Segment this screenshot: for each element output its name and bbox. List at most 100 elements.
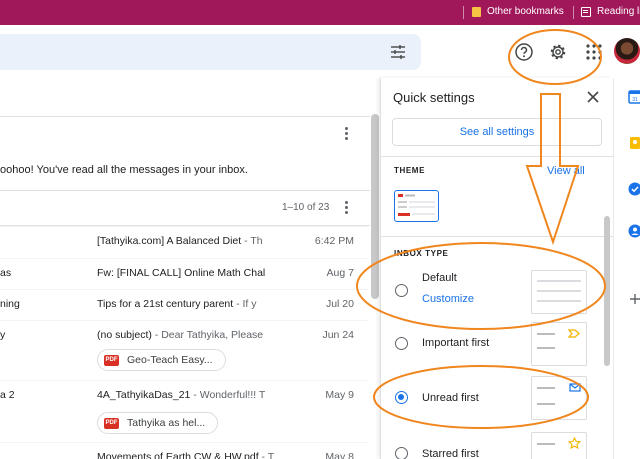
side-panel-rail: 31 (613, 78, 640, 459)
preview-line (537, 443, 555, 445)
section-divider (381, 236, 613, 237)
mail-date: Aug 7 (326, 267, 354, 279)
unread-first-preview (531, 376, 587, 420)
other-bookmarks-label: Other bookmarks (487, 6, 564, 17)
pdf-icon: PDF (104, 417, 119, 429)
mail-date: May 9 (325, 389, 354, 401)
radio-default[interactable] (395, 284, 408, 297)
bookmark-separator (463, 6, 464, 19)
important-marker-icon (568, 329, 580, 338)
radio-important-first[interactable] (395, 337, 408, 350)
radio-starred-first[interactable] (395, 447, 408, 459)
mail-date: May 8 (325, 451, 354, 459)
mail-subject-text: Movements of Earth CW & HW.pdf (97, 451, 259, 459)
keep-icon[interactable] (628, 136, 640, 150)
list-divider (0, 116, 370, 117)
theme-thumbnail[interactable] (394, 190, 439, 222)
gmail-window: Other bookmarks Reading lis o (0, 0, 640, 459)
search-options-icon[interactable] (390, 44, 406, 60)
mail-row[interactable]: y (no subject) - Dear Tathyika, Please J… (0, 320, 368, 380)
other-bookmarks[interactable]: Other bookmarks (472, 6, 564, 17)
inbox-type-label: INBOX TYPE (394, 249, 449, 258)
preview-line (537, 280, 581, 282)
mail-row[interactable]: a 2 4A_TathyikaDas_21 - Wonderful!!! T M… (0, 380, 368, 442)
more-options-icon[interactable] (344, 127, 348, 141)
mail-row[interactable]: as Fw: [FINAL CALL] Online Math Chal Aug… (0, 258, 368, 289)
star-icon (568, 437, 581, 450)
quick-settings-panel: Quick settings See all settings THEME Vi… (380, 78, 613, 459)
attachment-chip[interactable]: PDF Tathyika as hel... (97, 412, 219, 434)
mail-sender: ning (0, 298, 20, 310)
search-bar[interactable] (0, 34, 421, 70)
mail-date: Jun 24 (322, 329, 354, 341)
folder-icon (472, 6, 481, 17)
quick-settings-title: Quick settings (393, 90, 475, 105)
mail-list-scrollbar[interactable] (371, 114, 379, 299)
pdf-icon: PDF (104, 354, 119, 366)
attachment-name: Geo-Teach Easy... (127, 354, 213, 366)
customize-link[interactable]: Customize (422, 293, 474, 305)
bookmarks-bar: Other bookmarks Reading lis (0, 0, 640, 25)
see-all-settings-button[interactable]: See all settings (392, 118, 602, 146)
contacts-icon[interactable] (628, 224, 640, 238)
starred-first-preview (531, 432, 587, 459)
svg-text:31: 31 (632, 97, 638, 103)
mail-subject: Fw: [FINAL CALL] Online Math Chal (97, 267, 309, 279)
mail-subject: 4A_TathyikaDas_21 - Wonderful!!! T (97, 389, 309, 401)
preview-line (537, 347, 555, 349)
mail-date: Jul 20 (325, 298, 354, 310)
mail-subject: Tips for a 21st century parent - If y (97, 298, 309, 310)
option-default-label: Default (422, 272, 457, 284)
important-first-preview (531, 322, 587, 366)
close-icon[interactable] (586, 90, 600, 104)
mail-icon (569, 383, 581, 392)
option-starred-first-label: Starred first (422, 448, 479, 459)
mail-snippet: - Th (241, 235, 263, 247)
settings-icon[interactable] (548, 42, 568, 62)
mail-date: 6:42 PM (314, 235, 354, 247)
mail-sender: y (0, 329, 6, 341)
reading-list-label: Reading lis (597, 6, 640, 17)
mail-snippet: - If y (233, 298, 257, 310)
mail-row[interactable]: [Tathyika.com] A Balanced Diet - Th 6:42… (0, 226, 368, 258)
mail-subject-text: (no subject) (97, 329, 152, 341)
preview-line (537, 290, 581, 292)
add-icon[interactable] (628, 292, 640, 306)
list-divider (0, 190, 370, 191)
mail-sender: as (0, 267, 12, 279)
bookmark-separator (573, 6, 574, 19)
mail-subject-text: Tips for a 21st century parent (97, 298, 234, 310)
reading-list[interactable]: Reading lis (581, 6, 640, 17)
tasks-icon[interactable] (628, 182, 640, 196)
option-important-first-label: Important first (422, 337, 490, 349)
attachment-name: Tathyika as hel... (127, 417, 206, 429)
mail-subject: Movements of Earth CW & HW.pdf - T (97, 451, 309, 459)
mail-snippet: - Dear Tathyika, Please (151, 329, 264, 341)
preview-line (537, 387, 555, 389)
view-all-themes-link[interactable]: View all (547, 165, 585, 177)
more-options-icon[interactable] (344, 201, 348, 215)
calendar-icon[interactable]: 31 (628, 90, 640, 104)
mail-subject-text: Fw: [FINAL CALL] Online Math Chal (97, 267, 266, 279)
mail-row[interactable]: Movements of Earth CW & HW.pdf - T May 8 (0, 442, 368, 459)
apps-icon[interactable] (584, 42, 604, 62)
mail-sender: a 2 (0, 389, 15, 401)
pagination-count: 1–10 of 23 (282, 202, 330, 213)
reading-list-icon (581, 6, 591, 17)
preview-line (537, 333, 555, 335)
radio-unread-first[interactable] (395, 391, 408, 404)
preview-line (537, 403, 555, 405)
panel-scrollbar[interactable] (604, 216, 610, 366)
option-unread-first-label: Unread first (422, 392, 479, 404)
inbox-empty-message: oohoo! You've read all the messages in y… (0, 164, 248, 176)
mail-snippet: - Wonderful!!! T (190, 389, 266, 401)
mail-subject: [Tathyika.com] A Balanced Diet - Th (97, 235, 309, 247)
avatar[interactable] (614, 38, 640, 64)
help-icon[interactable] (514, 42, 534, 62)
section-divider (381, 156, 613, 157)
mail-snippet: - T (258, 451, 275, 459)
preview-line (537, 300, 581, 302)
attachment-chip[interactable]: PDF Geo-Teach Easy... (97, 349, 226, 371)
theme-section-label: THEME (394, 166, 425, 175)
mail-row[interactable]: ning Tips for a 21st century parent - If… (0, 289, 368, 320)
